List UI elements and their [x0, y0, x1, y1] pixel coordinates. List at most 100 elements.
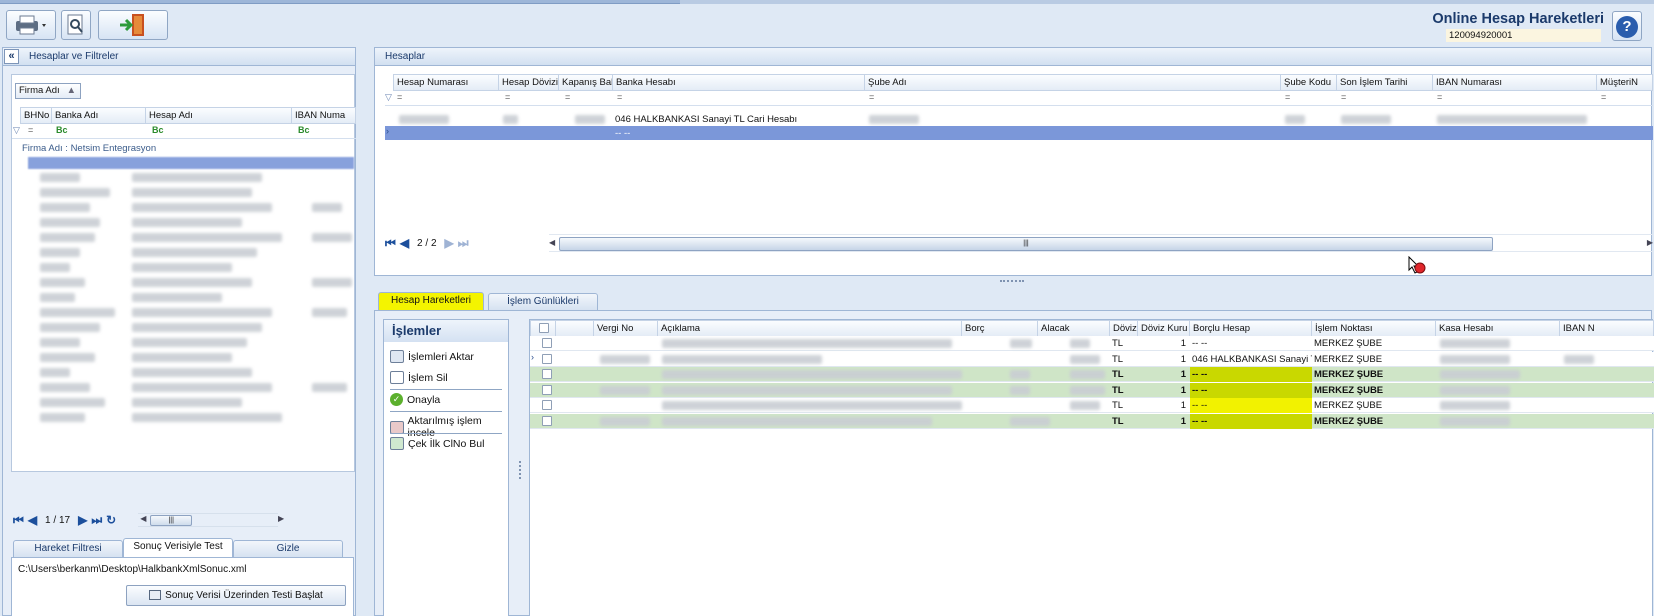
- movement-row[interactable]: TL 1 -- -- MERKEZ ŞUBE: [530, 398, 1654, 413]
- row-checkbox[interactable]: [542, 338, 552, 348]
- row-checkbox[interactable]: [542, 353, 552, 364]
- exit-button[interactable]: [98, 10, 168, 40]
- mv-col-blank[interactable]: [556, 320, 594, 337]
- blurred-kasa: [1440, 416, 1510, 426]
- mv-col-iban[interactable]: IBAN N: [1560, 320, 1654, 337]
- next-page-icon[interactable]: ▶: [78, 514, 87, 526]
- start-test-label: Sonuç Verisi Üzerinden Testi Başlat: [165, 590, 323, 601]
- acc-next-page-icon[interactable]: ▶: [445, 237, 454, 249]
- blurred-aciklama: [662, 401, 962, 410]
- blurred-kasa: [1440, 370, 1520, 379]
- splitter-grip[interactable]: [1000, 280, 1024, 284]
- movement-row[interactable]: TL 1 -- -- MERKEZ ŞUBE: [530, 382, 1654, 398]
- first-page-icon[interactable]: ⏮: [13, 514, 24, 526]
- acc-filter-row[interactable]: ▽ = = = = = = = = =: [385, 91, 1653, 106]
- collapse-button[interactable]: «: [4, 49, 19, 64]
- row-doviz: TL: [1112, 415, 1124, 427]
- mv-col-alacak[interactable]: Alacak: [1038, 320, 1110, 337]
- mv-col-vergi-no[interactable]: Vergi No: [594, 320, 658, 337]
- prev-page-icon[interactable]: ◀: [28, 514, 37, 526]
- blurred-borc: [1010, 416, 1050, 426]
- movement-row[interactable]: TL 1 -- -- MERKEZ ŞUBE: [530, 336, 1654, 351]
- blurred-borc: [1010, 385, 1030, 395]
- acc-scroll-right-icon[interactable]: ▶: [1647, 238, 1653, 247]
- movement-row[interactable]: TL 1 -- -- MERKEZ ŞUBE: [530, 413, 1654, 429]
- accounts-panel: Hesaplar Hesap Numarası Hesap Dövizi Kap…: [374, 47, 1653, 276]
- acc-col-kapanis[interactable]: Kapanış Baki: [559, 74, 613, 91]
- acc-first-page-icon[interactable]: ⏮: [385, 237, 396, 249]
- last-page-icon[interactable]: ⏭: [91, 514, 102, 526]
- mv-col-select[interactable]: [530, 320, 556, 337]
- scroll-left-icon[interactable]: ◀: [140, 514, 146, 523]
- tab-sonuc-verisiyle-test[interactable]: Sonuç Verisiyle Test: [123, 538, 233, 558]
- blurred-alacak: [1070, 339, 1090, 348]
- acc-last-page-icon[interactable]: ⏭: [458, 237, 469, 249]
- acc-col-son-islem[interactable]: Son İşlem Tarihi: [1337, 74, 1433, 91]
- mv-col-borclu-hesap[interactable]: Borçlu Hesap: [1190, 320, 1312, 337]
- left-filter-row[interactable]: ▽ = Bc Bc Bc: [12, 124, 356, 139]
- start-test-button[interactable]: Sonuç Verisi Üzerinden Testi Başlat: [126, 585, 346, 606]
- blurred-borc: [1010, 339, 1032, 348]
- row-checkbox[interactable]: [542, 415, 552, 426]
- col-bhno[interactable]: BHNo: [20, 107, 52, 124]
- scroll-right-icon[interactable]: ▶: [278, 514, 284, 523]
- acc-col-hesap-dovizi[interactable]: Hesap Dövizi: [499, 74, 559, 91]
- check-doc-icon: [390, 437, 404, 450]
- mv-col-kasa-hesabi[interactable]: Kasa Hesabı: [1436, 320, 1560, 337]
- filter-op-banka: Bc: [56, 125, 68, 135]
- action-separator: [390, 433, 502, 434]
- movement-row[interactable]: › TL 1 046 HALKBANKASI Sanayi TL C MERKE…: [530, 351, 1654, 367]
- row-doviz: TL: [1112, 353, 1124, 365]
- col-hesap-adi[interactable]: Hesap Adı: [146, 107, 292, 124]
- action-islem-sil[interactable]: İşlem Sil: [390, 371, 448, 384]
- acc-col-sube-adi[interactable]: Şube Adı: [865, 74, 1281, 91]
- acc-row-2[interactable]: › -- --: [385, 126, 1653, 140]
- col-banka-adi[interactable]: Banka Adı: [52, 107, 146, 124]
- left-panel-title: Hesaplar ve Filtreler: [29, 51, 119, 62]
- movement-row[interactable]: TL 1 -- -- MERKEZ ŞUBE: [530, 367, 1654, 382]
- acc-row-1-banka-hesabi: 046 HALKBANKASI Sanayi TL Cari Hesabı: [615, 114, 798, 125]
- group-by-chip[interactable]: Firma Adı ▲: [15, 83, 81, 99]
- col-iban[interactable]: IBAN Numa: [292, 107, 356, 124]
- left-hscroll[interactable]: ◀ ||| ▶: [138, 513, 284, 527]
- accounts-hscroll[interactable]: ◀ ||| ▶: [549, 234, 1653, 252]
- tab-hesap-hareketleri[interactable]: Hesap Hareketleri: [378, 292, 484, 311]
- acc-scroll-left-icon[interactable]: ◀: [549, 238, 555, 247]
- action-separator: [390, 389, 502, 390]
- acc-row-1[interactable]: 046 HALKBANKASI Sanayi TL Cari Hesabı: [385, 112, 1653, 126]
- row-doviz-kuru: 1: [1180, 338, 1186, 349]
- mv-col-doviz-kuru[interactable]: Döviz Kuru: [1138, 320, 1190, 337]
- action-aktarilmis-incele[interactable]: Aktarılmış işlem incele: [390, 415, 508, 439]
- acc-col-hesap-numarasi[interactable]: Hesap Numarası: [393, 74, 499, 91]
- left-hscroll-thumb[interactable]: |||: [150, 515, 193, 526]
- row-checkbox[interactable]: [542, 400, 552, 410]
- acc-prev-page-icon[interactable]: ◀: [400, 237, 409, 249]
- refresh-icon[interactable]: ↻: [106, 514, 116, 526]
- acc-col-iban[interactable]: IBAN Numarası: [1433, 74, 1597, 91]
- acc-col-musteri[interactable]: MüşteriN: [1597, 74, 1653, 91]
- actions-splitter[interactable]: [519, 461, 522, 479]
- blurred-borc: [1010, 370, 1030, 379]
- print-button[interactable]: [6, 10, 56, 40]
- tab-hareket-filtresi[interactable]: Hareket Filtresi: [13, 540, 123, 558]
- mv-col-aciklama[interactable]: Açıklama: [658, 320, 962, 337]
- help-button[interactable]: ?: [1612, 11, 1642, 41]
- row-borclu-hesap: -- --: [1190, 398, 1312, 413]
- row-checkbox[interactable]: [542, 384, 552, 395]
- mv-col-borc[interactable]: Borç: [962, 320, 1038, 337]
- group-by-label: Firma Adı: [19, 85, 60, 96]
- preview-button[interactable]: [61, 10, 91, 40]
- mv-col-islem-noktasi[interactable]: İşlem Noktası: [1312, 320, 1436, 337]
- acc-col-banka-hesabi[interactable]: Banka Hesabı: [613, 74, 865, 91]
- acc-col-sube-kodu[interactable]: Şube Kodu: [1281, 74, 1337, 91]
- accounts-hscroll-thumb[interactable]: |||: [559, 237, 1493, 251]
- mv-col-doviz[interactable]: Döviz: [1110, 320, 1138, 337]
- action-islemleri-aktar[interactable]: İşlemleri Aktar: [390, 350, 474, 363]
- group-row[interactable]: Firma Adı : Netsim Entegrasyon: [12, 142, 356, 156]
- left-selected-row[interactable]: [28, 157, 354, 169]
- action-cek-ilk-clno[interactable]: Çek İlk ClNo Bul: [390, 437, 484, 450]
- tab-gizle[interactable]: Gizle: [233, 540, 343, 558]
- tab-islem-gunlukleri[interactable]: İşlem Günlükleri: [488, 293, 598, 311]
- action-onayla[interactable]: ✓ Onayla: [390, 393, 440, 406]
- row-checkbox[interactable]: [542, 369, 552, 379]
